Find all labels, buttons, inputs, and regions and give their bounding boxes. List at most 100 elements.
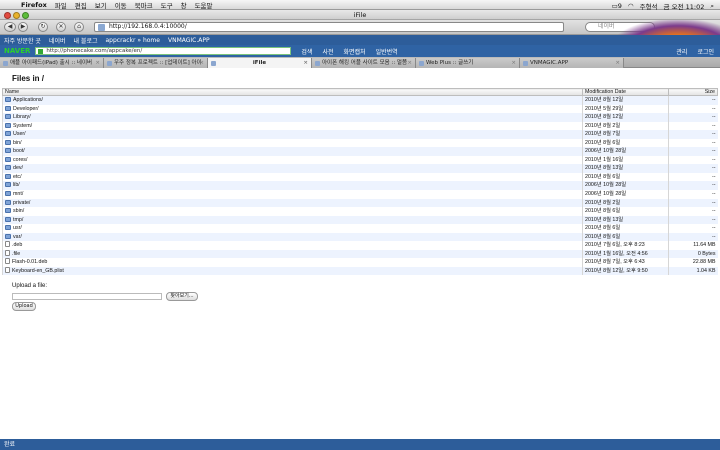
file-name-link[interactable]: usr/ bbox=[13, 225, 22, 231]
table-row[interactable]: tmp/2010년 8월 13일 -- bbox=[2, 215, 718, 225]
file-name-cell[interactable]: .deb bbox=[2, 241, 583, 250]
naver-translate-button[interactable]: 일반번역 bbox=[376, 47, 398, 56]
bookmark-naver[interactable]: 네이버 bbox=[49, 36, 66, 45]
upload-file-field[interactable] bbox=[12, 293, 162, 300]
column-header-date[interactable]: Modification Date bbox=[582, 88, 669, 96]
zoom-window-button[interactable] bbox=[22, 11, 29, 19]
naver-logo[interactable]: NAVER bbox=[4, 47, 30, 55]
file-name-cell[interactable]: Keyboard-en_GB.plist bbox=[2, 266, 583, 276]
table-row[interactable]: private/2010년 8월 2일 -- bbox=[2, 198, 718, 208]
table-row[interactable]: mnt/2006년 10월 28일 -- bbox=[2, 189, 718, 199]
file-name-cell[interactable]: Flash-0.01.deb bbox=[2, 258, 583, 267]
table-row[interactable]: lib/2006년 10월 28일 -- bbox=[2, 181, 718, 190]
table-row[interactable]: dev/2010년 8월 13일 -- bbox=[2, 164, 718, 173]
file-name-link[interactable]: private/ bbox=[13, 200, 30, 206]
file-name-link[interactable]: System/ bbox=[13, 123, 32, 129]
stop-button[interactable]: ✕ bbox=[56, 22, 66, 32]
file-name-cell[interactable]: etc/ bbox=[2, 172, 583, 182]
wifi-icon[interactable]: ◠ bbox=[628, 2, 634, 10]
file-name-link[interactable]: Flash-0.01.deb bbox=[12, 259, 47, 265]
naver-search-button[interactable]: 검색 bbox=[301, 47, 312, 56]
tab-web-plus[interactable]: Web Plus :: 글쓰기 × bbox=[416, 58, 520, 68]
menu-tools[interactable]: 도구 bbox=[161, 0, 173, 10]
menu-help[interactable]: 도움말 bbox=[195, 0, 213, 10]
table-row[interactable]: Developer/2010년 5월 29일 -- bbox=[2, 104, 718, 114]
naver-manage-button[interactable]: 관리 bbox=[676, 47, 687, 56]
column-header-name[interactable]: Name bbox=[2, 88, 583, 96]
file-name-cell[interactable]: Applications/ bbox=[2, 95, 583, 105]
file-name-cell[interactable]: sbin/ bbox=[2, 207, 583, 216]
address-bar[interactable]: http://192.168.0.4:10000/ bbox=[94, 22, 564, 32]
back-button[interactable]: ◀ bbox=[4, 22, 16, 32]
file-name-cell[interactable]: User/ bbox=[2, 130, 583, 139]
table-row[interactable]: System/2010년 8월 2일 -- bbox=[2, 121, 718, 131]
file-name-cell[interactable]: dev/ bbox=[2, 164, 583, 173]
menu-window[interactable]: 창 bbox=[181, 0, 187, 10]
file-name-link[interactable]: Applications/ bbox=[13, 97, 43, 103]
menu-view[interactable]: 보기 bbox=[95, 0, 107, 10]
table-row[interactable]: Applications/2010년 8월 12일 -- bbox=[2, 95, 718, 105]
table-row[interactable]: Flash-0.01.deb 2010년 8월 7일, 오후 6:43 22.88 … bbox=[2, 258, 718, 267]
home-button[interactable]: ⌂ bbox=[74, 22, 84, 32]
close-tab-icon[interactable]: × bbox=[407, 58, 412, 68]
tab-space-project[interactable]: 우주 정복 프로젝트 :: [업데이트] 아이 × bbox=[104, 58, 208, 68]
file-name-cell[interactable]: .file bbox=[2, 249, 583, 259]
file-name-cell[interactable]: usr/ bbox=[2, 224, 583, 233]
file-name-link[interactable]: Developer/ bbox=[13, 106, 39, 112]
table-row[interactable]: usr/2010년 8월 6일 -- bbox=[2, 224, 718, 233]
table-row[interactable]: cores/2010년 1월 16일 -- bbox=[2, 155, 718, 165]
file-name-link[interactable]: boot/ bbox=[13, 148, 25, 154]
bookmark-my-blog[interactable]: 내 블로그 bbox=[74, 36, 98, 45]
table-row[interactable]: User/2010년 8월 7일 -- bbox=[2, 130, 718, 139]
forward-button[interactable]: ▶ bbox=[18, 22, 28, 32]
file-name-link[interactable]: sbin/ bbox=[13, 208, 24, 214]
menu-app-name[interactable]: Firefox bbox=[21, 1, 47, 9]
minimize-window-button[interactable] bbox=[13, 11, 20, 19]
file-name-link[interactable]: lib/ bbox=[13, 182, 20, 188]
file-name-link[interactable]: var/ bbox=[13, 234, 22, 240]
table-row[interactable]: Library/2010년 8월 12일 -- bbox=[2, 113, 718, 122]
close-tab-icon[interactable]: × bbox=[303, 58, 308, 68]
file-name-cell[interactable]: private/ bbox=[2, 198, 583, 208]
table-row[interactable]: sbin/2010년 8월 6일 -- bbox=[2, 207, 718, 216]
file-name-link[interactable]: .deb bbox=[12, 242, 22, 248]
file-name-cell[interactable]: System/ bbox=[2, 121, 583, 131]
file-name-cell[interactable]: bin/ bbox=[2, 138, 583, 148]
apple-icon[interactable] bbox=[6, 1, 13, 9]
menu-bookmarks[interactable]: 북마크 bbox=[135, 0, 153, 10]
close-tab-icon[interactable]: × bbox=[95, 58, 100, 68]
tab-ipad-news[interactable]: 애플 아이패드(iPad) 출시 :: 네이버 × bbox=[0, 58, 104, 68]
table-row[interactable]: bin/2010년 8월 6일 -- bbox=[2, 138, 718, 148]
file-name-link[interactable]: etc/ bbox=[13, 174, 22, 180]
naver-search-input[interactable]: http://phonecake.com/appcake/en/ bbox=[35, 47, 292, 55]
bookmark-most-visited[interactable]: 자주 방문한 곳 bbox=[4, 36, 41, 45]
close-tab-icon[interactable]: × bbox=[615, 58, 620, 68]
column-header-size[interactable]: Size bbox=[668, 88, 718, 96]
file-name-cell[interactable]: tmp/ bbox=[2, 215, 583, 225]
tab-vnmagic[interactable]: VNMAGIC.APP × bbox=[520, 58, 624, 68]
file-name-link[interactable]: Keyboard-en_GB.plist bbox=[12, 268, 64, 274]
file-name-link[interactable]: mnt/ bbox=[13, 191, 23, 197]
reload-button[interactable]: ↻ bbox=[38, 22, 48, 32]
file-name-cell[interactable]: lib/ bbox=[2, 181, 583, 190]
menu-go[interactable]: 이동 bbox=[115, 0, 127, 10]
file-name-link[interactable]: Library/ bbox=[13, 114, 31, 120]
menu-file[interactable]: 파일 bbox=[55, 0, 67, 10]
file-name-cell[interactable]: Library/ bbox=[2, 113, 583, 122]
bookmark-appcrackr[interactable]: appcrackr » home bbox=[106, 37, 160, 44]
table-row[interactable]: .file 2010년 1월 16일, 오전 4:56 0 Bytes bbox=[2, 249, 718, 259]
close-window-button[interactable] bbox=[4, 11, 11, 19]
table-row[interactable]: etc/2010년 8월 6일 -- bbox=[2, 172, 718, 182]
naver-dictionary-button[interactable]: 사전 bbox=[322, 47, 333, 56]
battery-icon[interactable]: ▭9 bbox=[612, 2, 622, 10]
file-name-cell[interactable]: mnt/ bbox=[2, 189, 583, 199]
file-name-cell[interactable]: boot/ bbox=[2, 147, 583, 156]
menu-edit[interactable]: 편집 bbox=[75, 0, 87, 10]
file-name-link[interactable]: dev/ bbox=[13, 165, 23, 171]
naver-capture-button[interactable]: 화면캡처 bbox=[343, 47, 365, 56]
upload-button[interactable]: Upload bbox=[12, 302, 36, 311]
file-name-link[interactable]: User/ bbox=[13, 131, 26, 137]
file-name-cell[interactable]: var/ bbox=[2, 232, 583, 242]
file-name-link[interactable]: .file bbox=[12, 251, 20, 257]
file-name-link[interactable]: bin/ bbox=[13, 140, 22, 146]
